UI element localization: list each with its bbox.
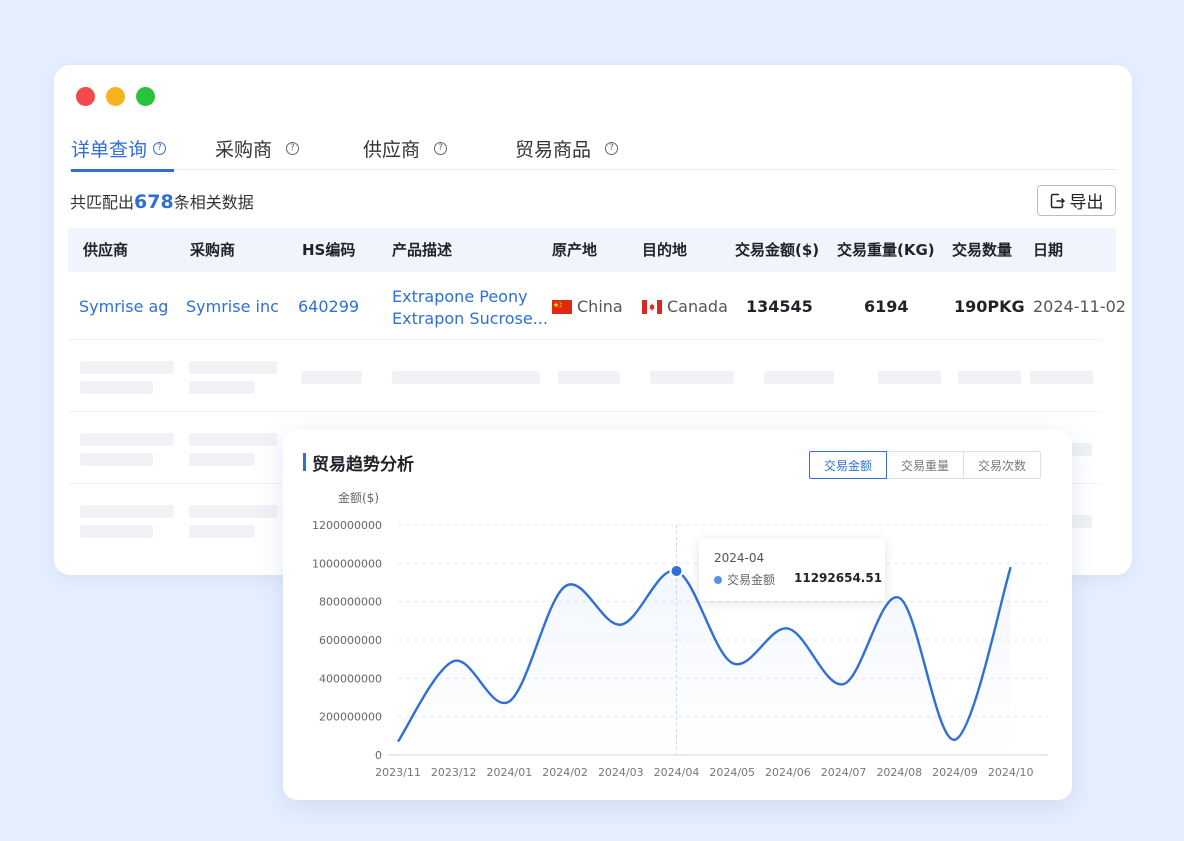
header-destination: 目的地	[642, 241, 688, 259]
x-tick-label: 2024/10	[988, 766, 1034, 779]
x-tick-label: 2024/06	[765, 766, 811, 779]
result-count-number: 678	[134, 191, 174, 213]
chart-tooltip: 2024-04 交易金额 11292654.51	[699, 538, 885, 601]
china-flag-icon	[552, 300, 572, 314]
date-cell: 2024-11-02	[1033, 297, 1126, 316]
y-tick-label: 800000000	[319, 596, 382, 609]
table-header: 供应商 采购商 HS编码 产品描述 原产地 目的地 交易金额($) 交易重量(K…	[68, 228, 1116, 272]
tooltip-label: 交易金额	[727, 573, 776, 587]
header-description: 产品描述	[392, 241, 453, 259]
hs-code-link[interactable]: 640299	[298, 297, 359, 316]
highlighted-data-point	[669, 564, 684, 578]
close-window-button[interactable]	[76, 87, 95, 106]
x-tick-label: 2023/11	[375, 766, 421, 779]
quantity-cell: 190PKG	[954, 297, 1025, 316]
result-count: 共匹配出 678 条相关数据	[70, 189, 254, 213]
origin-text: China	[577, 297, 623, 316]
segment-amount[interactable]: 交易金额	[809, 451, 887, 479]
y-tick-label: 1000000000	[312, 557, 382, 570]
export-button[interactable]: 导出	[1037, 185, 1116, 216]
trade-trend-card: 贸易趋势分析 交易金额 交易重量 交易次数 金额($) 0 200000000 400…	[283, 430, 1072, 800]
active-tab-indicator	[71, 169, 174, 172]
origin-cell: China	[552, 297, 623, 316]
x-tick-label: 2024/05	[709, 766, 755, 779]
header-supplier: 供应商	[83, 241, 129, 259]
description-line-1[interactable]: Extrapone Peony	[392, 287, 528, 306]
result-count-prefix: 共匹配出	[70, 193, 135, 212]
x-tick-label: 2024/08	[876, 766, 922, 779]
result-count-suffix: 条相关数据	[173, 193, 254, 212]
x-tick-label: 2023/12	[431, 766, 477, 779]
tab-detail-query[interactable]: 详单查询 ?	[71, 127, 174, 172]
x-tick-label: 2024/02	[542, 766, 588, 779]
header-amount: 交易金额($)	[735, 241, 820, 259]
tab-trade-goods[interactable]: 贸易商品 ?	[515, 127, 619, 170]
x-tick-label: 2024/07	[821, 766, 867, 779]
trend-chart[interactable]: 金额($) 0 200000000 400000000 600000000 8000000…	[283, 430, 1072, 800]
header-buyer: 采购商	[190, 241, 236, 259]
destination-cell: Canada	[642, 297, 728, 316]
header-hs-code: HS编码	[302, 241, 356, 259]
amount-cell: 134545	[746, 297, 813, 316]
help-icon[interactable]: ?	[286, 142, 300, 155]
y-tick-label: 1200000000	[312, 519, 382, 532]
description-line-2[interactable]: Extrapon Sucrose...	[392, 309, 548, 328]
maximize-window-button[interactable]	[136, 87, 155, 106]
header-quantity: 交易数量	[952, 241, 1013, 259]
buyer-link[interactable]: Symrise inc	[186, 297, 279, 316]
tab-bar: 详单查询 ? 采购商 ? 供应商 ? 贸易商品 ?	[68, 127, 1116, 172]
row-divider	[68, 411, 1102, 412]
help-icon[interactable]: ?	[153, 142, 167, 155]
export-label: 导出	[1069, 193, 1104, 213]
help-icon[interactable]: ?	[605, 142, 619, 155]
tab-label: 采购商	[215, 139, 273, 161]
x-tick-label: 2024/01	[487, 766, 533, 779]
y-tick-label: 0	[375, 749, 382, 762]
y-tick-label: 600000000	[319, 634, 382, 647]
tooltip-date: 2024-04	[714, 551, 765, 565]
header-weight: 交易重量(KG)	[837, 241, 935, 259]
header-date: 日期	[1033, 241, 1064, 259]
destination-text: Canada	[667, 297, 728, 316]
canada-flag-icon	[642, 300, 662, 314]
header-origin: 原产地	[552, 241, 598, 259]
tab-suppliers[interactable]: 供应商 ?	[363, 127, 448, 170]
supplier-link[interactable]: Symrise ag	[79, 297, 168, 316]
table-row[interactable]: Symrise ag Symrise inc 640299 Extrapone …	[68, 272, 1126, 340]
x-tick-label: 2024/04	[654, 766, 700, 779]
y-tick-label: 200000000	[319, 711, 382, 724]
x-tick-label: 2024/09	[932, 766, 978, 779]
series-marker-icon	[714, 576, 722, 584]
help-icon[interactable]: ?	[434, 142, 448, 155]
tab-buyers[interactable]: 采购商 ?	[215, 127, 300, 170]
tab-label: 供应商	[363, 139, 421, 161]
x-tick-label: 2024/03	[598, 766, 644, 779]
tab-label: 贸易商品	[515, 139, 592, 161]
weight-cell: 6194	[864, 297, 909, 316]
y-axis-label: 金额($)	[338, 490, 379, 505]
y-tick-label: 400000000	[319, 672, 382, 685]
export-icon	[1050, 193, 1065, 208]
tooltip-value: 11292654.51	[794, 571, 883, 585]
minimize-window-button[interactable]	[106, 87, 125, 106]
tab-label: 详单查询	[71, 139, 148, 161]
